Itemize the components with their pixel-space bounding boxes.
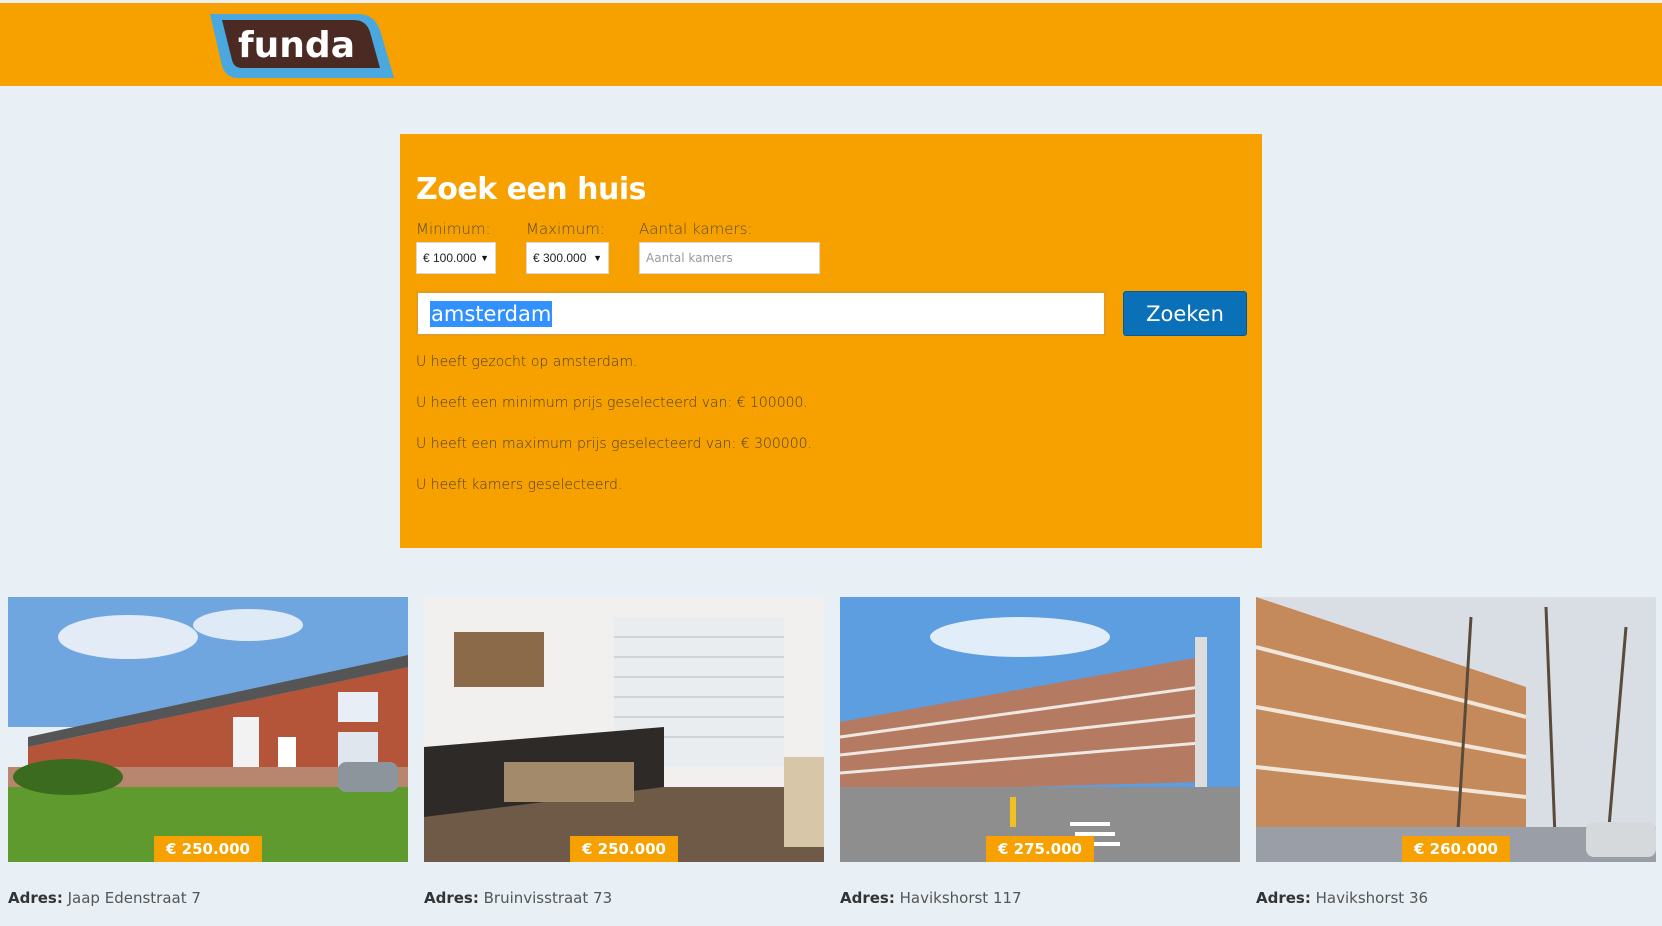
listing-card[interactable]: € 275.000 Adres: Havikshorst 117 bbox=[840, 597, 1240, 907]
address-value: Havikshorst 36 bbox=[1315, 889, 1429, 907]
price-badge: € 250.000 bbox=[154, 836, 262, 862]
address-value: Bruinvisstraat 73 bbox=[483, 889, 613, 907]
summary-max-price: U heeft een maximum prijs geselecteerd v… bbox=[416, 436, 812, 452]
listing-address: Adres: Havikshorst 36 bbox=[1256, 889, 1428, 907]
listing-photo[interactable]: € 250.000 bbox=[424, 597, 824, 862]
summary-min-price: U heeft een minimum prijs geselecteerd v… bbox=[416, 395, 808, 411]
price-badge: € 275.000 bbox=[986, 836, 1094, 862]
search-panel: Zoek een huis Minimum: Maximum: Aantal k… bbox=[400, 134, 1262, 548]
min-price-label: Minimum: bbox=[416, 220, 491, 238]
price-badge: € 260.000 bbox=[1402, 836, 1510, 862]
chevron-down-icon: ▼ bbox=[593, 253, 602, 263]
rooms-input[interactable] bbox=[639, 242, 820, 274]
max-price-select[interactable]: € 300.000 ▼ bbox=[526, 242, 609, 274]
chevron-down-icon: ▼ bbox=[480, 253, 489, 263]
max-price-label: Maximum: bbox=[526, 220, 605, 238]
listing-address: Adres: Bruinvisstraat 73 bbox=[424, 889, 612, 907]
listing-address: Adres: Havikshorst 117 bbox=[840, 889, 1022, 907]
max-price-value: € 300.000 bbox=[533, 251, 587, 265]
listing-photo[interactable]: € 275.000 bbox=[840, 597, 1240, 862]
address-value: Jaap Edenstraat 7 bbox=[67, 889, 201, 907]
listing-card[interactable]: € 250.000 Adres: Bruinvisstraat 73 bbox=[424, 597, 824, 907]
logo-text: funda bbox=[238, 25, 355, 66]
funda-logo[interactable]: funda bbox=[208, 12, 394, 80]
price-badge: € 250.000 bbox=[570, 836, 678, 862]
site-header: funda bbox=[0, 3, 1662, 86]
address-label: Adres: bbox=[840, 889, 895, 907]
search-title: Zoek een huis bbox=[416, 172, 646, 207]
search-query-value: amsterdam bbox=[430, 300, 553, 327]
address-label: Adres: bbox=[8, 889, 63, 907]
summary-rooms: U heeft kamers geselecteerd. bbox=[416, 477, 623, 493]
summary-query: U heeft gezocht op amsterdam. bbox=[416, 354, 638, 370]
listing-photo[interactable]: € 250.000 bbox=[8, 597, 408, 862]
listing-photo[interactable]: € 260.000 bbox=[1256, 597, 1656, 862]
address-value: Havikshorst 117 bbox=[899, 889, 1022, 907]
min-price-select[interactable]: € 100.000 ▼ bbox=[416, 242, 496, 274]
rooms-label: Aantal kamers: bbox=[639, 220, 753, 238]
listing-card[interactable]: € 260.000 Adres: Havikshorst 36 bbox=[1256, 597, 1656, 907]
address-label: Adres: bbox=[1256, 889, 1311, 907]
location-search-input[interactable]: amsterdam bbox=[416, 291, 1106, 336]
listing-card[interactable]: € 250.000 Adres: Jaap Edenstraat 7 bbox=[8, 597, 408, 907]
listing-address: Adres: Jaap Edenstraat 7 bbox=[8, 889, 201, 907]
search-button[interactable]: Zoeken bbox=[1123, 291, 1247, 336]
min-price-value: € 100.000 bbox=[423, 251, 477, 265]
address-label: Adres: bbox=[424, 889, 479, 907]
